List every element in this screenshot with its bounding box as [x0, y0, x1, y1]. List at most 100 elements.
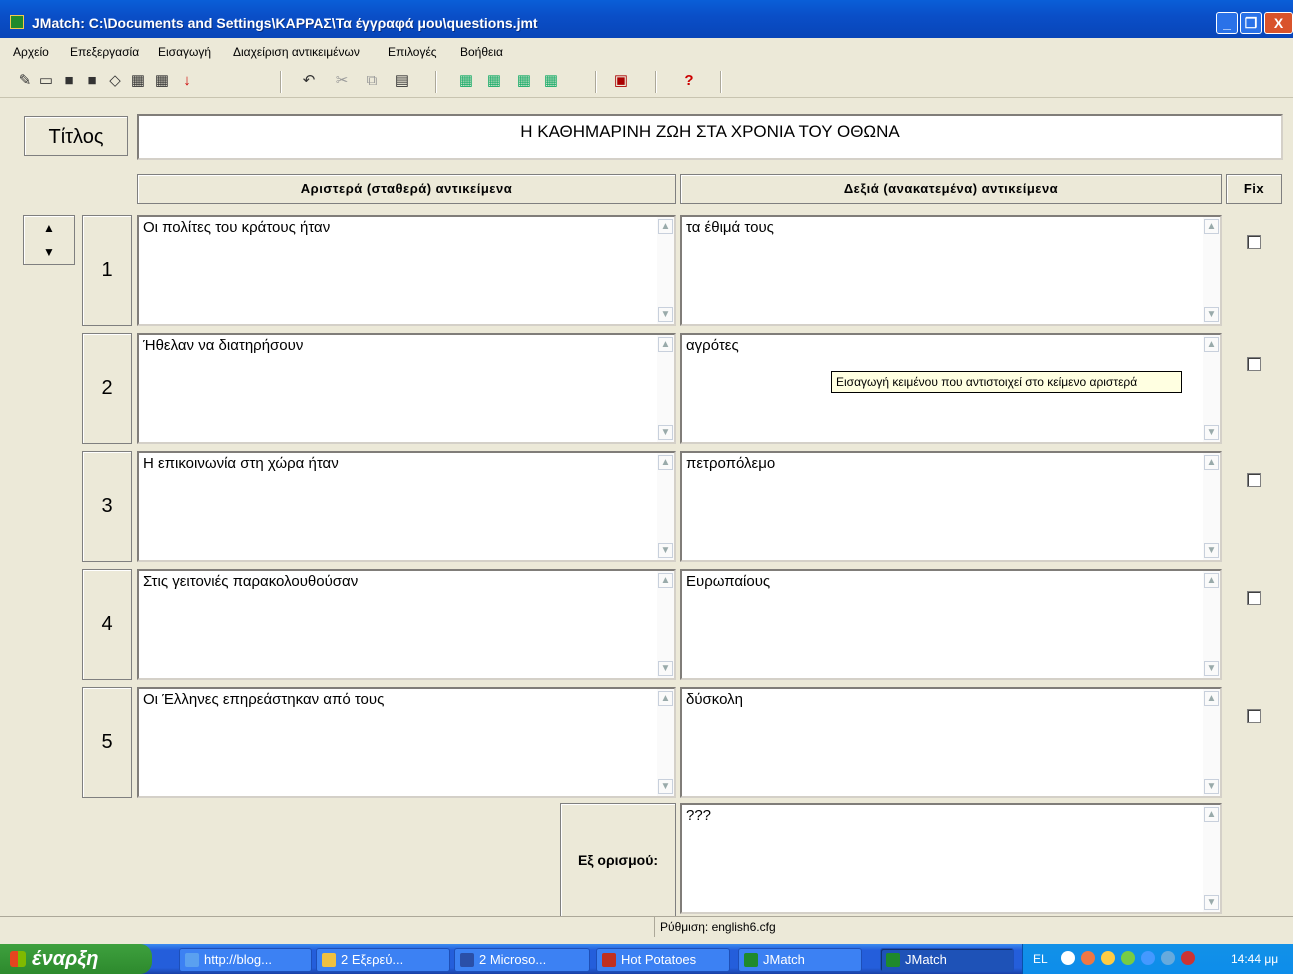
language-indicator[interactable]: EL — [1033, 952, 1048, 966]
tray-antivirus-icon[interactable] — [1181, 951, 1195, 965]
config-icon[interactable]: ▣ — [612, 71, 630, 91]
left-item-textarea[interactable]: Ήθελαν να διατηρήσουν ▲ ▼ — [137, 333, 676, 444]
web-page-icon[interactable]: ▦ — [129, 71, 147, 91]
status-bar: Ρύθμιση: english6.cfg — [0, 916, 1293, 937]
copy-icon[interactable]: ⧉ — [363, 71, 381, 91]
tray-expand-icon[interactable] — [1061, 951, 1075, 965]
right-item-textarea[interactable]: πετροπόλεμο ▲ ▼ — [680, 451, 1222, 562]
left-item-textarea[interactable]: Οι Έλληνες επηρεάστηκαν από τους ▲ ▼ — [137, 687, 676, 798]
default-textarea[interactable]: ??? ▲ ▼ — [680, 803, 1222, 914]
left-items-header: Αριστερά (σταθερά) αντικείμενα — [137, 174, 676, 204]
left-item-textarea[interactable]: Η επικοινωνία στη χώρα ήταν ▲ ▼ — [137, 451, 676, 562]
windows-logo-icon — [10, 951, 26, 967]
taskbar-item-jmatch-active[interactable]: JMatch — [880, 948, 1014, 972]
tray-network-icon[interactable] — [1121, 951, 1135, 965]
fix-checkbox[interactable] — [1247, 709, 1261, 723]
cut-icon[interactable]: ✂ — [333, 71, 351, 91]
fix-checkbox[interactable] — [1247, 591, 1261, 605]
menu-options[interactable]: Επιλογές — [388, 45, 437, 59]
taskbar-item-browser[interactable]: http://blog... — [179, 948, 312, 972]
paste-icon[interactable]: ▤ — [393, 71, 411, 91]
hot-potatoes-icon — [602, 953, 616, 967]
fix-checkbox[interactable] — [1247, 235, 1261, 249]
tray-icons — [1061, 951, 1221, 967]
jmatch-icon — [886, 953, 900, 967]
row-number: 5 — [82, 687, 132, 798]
right-item-textarea[interactable]: τα έθιμά τους ▲ ▼ — [680, 215, 1222, 326]
right-items-header: Δεξιά (ανακατεμένα) αντικείμενα — [680, 174, 1222, 204]
jmatch-icon — [744, 953, 758, 967]
clear-icon[interactable]: ◇ — [106, 71, 124, 91]
tray-security-icon[interactable] — [1081, 951, 1095, 965]
scrollbar[interactable]: ▲ ▼ — [657, 217, 674, 324]
toolbar-separator — [720, 71, 722, 93]
web-export-icon[interactable]: ▦ — [457, 71, 475, 91]
publish-icon[interactable]: ▦ — [485, 71, 503, 91]
close-button[interactable]: X — [1264, 12, 1293, 34]
fix-checkbox[interactable] — [1247, 473, 1261, 487]
default-label: Εξ ορισμού: — [560, 803, 676, 917]
scrollbar[interactable]: ▲ ▼ — [1203, 453, 1220, 560]
help-icon[interactable]: ? — [680, 71, 698, 91]
taskbar-item-jmatch[interactable]: JMatch — [738, 948, 862, 972]
export-icon[interactable]: ▦ — [542, 71, 560, 91]
scrollbar[interactable]: ▲ ▼ — [1203, 571, 1220, 678]
scrollbar[interactable]: ▲ ▼ — [657, 453, 674, 560]
undo-icon[interactable]: ↶ — [300, 71, 318, 91]
scrollbar[interactable]: ▲ ▼ — [657, 689, 674, 796]
arrow-down-icon[interactable]: ↓ — [178, 71, 196, 91]
tray-volume-icon[interactable] — [1141, 951, 1155, 965]
jmatch-app-icon — [10, 15, 24, 29]
taskbar-item-label: 2 Εξερεύ... — [341, 952, 404, 967]
drag-drop-icon[interactable]: ▦ — [515, 71, 533, 91]
tooltip: Εισαγωγή κειμένου που αντιστοιχεί στο κε… — [831, 371, 1182, 393]
taskbar-item-label: JMatch — [905, 952, 947, 967]
new-file-icon[interactable]: ✎ — [16, 71, 34, 91]
title-input[interactable]: Η ΚΑΘΗΜΑΡΙΝΗ ΖΩΗ ΣΤΑ ΧΡΟΝΙΑ ΤΟΥ ΟΘΩΝΑ — [137, 114, 1283, 160]
toolbar: ✎ ▭ ■ ■ ◇ ▦ ▦ ↓ ↶ ✂ ⧉ ▤ ▦ ▦ ▦ ▦ ▣ ? — [0, 63, 1293, 98]
scrollbar[interactable]: ▲ ▼ — [657, 571, 674, 678]
minimize-button[interactable]: _ — [1216, 12, 1238, 34]
right-item-textarea[interactable]: Ευρωπαίους ▲ ▼ — [680, 569, 1222, 680]
title-bar[interactable]: JMatch: C:\Documents and Settings\ΚΑΡΡΑΣ… — [0, 0, 1293, 38]
status-divider — [654, 917, 655, 937]
row-number: 4 — [82, 569, 132, 680]
taskbar-item-word[interactable]: 2 Microso... — [454, 948, 590, 972]
left-item-text: Ήθελαν να διατηρήσουν — [143, 337, 304, 354]
left-item-textarea[interactable]: Οι πολίτες του κράτους ήταν ▲ ▼ — [137, 215, 676, 326]
menu-file[interactable]: Αρχείο — [13, 45, 49, 59]
scrollbar[interactable]: ▲ ▼ — [1203, 217, 1220, 324]
menu-bar: Αρχείο Επεξεργασία Εισαγωγή Διαχείριση α… — [0, 38, 1293, 63]
taskbar-item-hotpotatoes[interactable]: Hot Potatoes — [596, 948, 730, 972]
save-as-icon[interactable]: ■ — [83, 71, 101, 91]
save-icon[interactable]: ■ — [60, 71, 78, 91]
scrollbar[interactable]: ▲ ▼ — [1203, 805, 1220, 912]
left-item-textarea[interactable]: Στις γειτονιές παρακολουθούσαν ▲ ▼ — [137, 569, 676, 680]
taskbar-item-explorer[interactable]: 2 Εξερεύ... — [316, 948, 450, 972]
system-tray: EL 14:44 μμ — [1022, 944, 1293, 974]
left-item-text: Οι πολίτες του κράτους ήταν — [143, 219, 331, 236]
tray-monitor-icon[interactable] — [1161, 951, 1175, 965]
status-text: Ρύθμιση: english6.cfg — [660, 920, 776, 934]
taskbar-item-label: 2 Microso... — [479, 952, 547, 967]
menu-manage-items[interactable]: Διαχείριση αντικειμένων — [233, 45, 360, 59]
scrollbar[interactable]: ▲ ▼ — [1203, 689, 1220, 796]
right-item-textarea[interactable]: δύσκολη ▲ ▼ — [680, 687, 1222, 798]
scrollbar[interactable]: ▲ ▼ — [657, 335, 674, 442]
right-item-text: Ευρωπαίους — [686, 573, 771, 590]
arrow-up-icon[interactable]: ▲ — [24, 216, 74, 240]
menu-help[interactable]: Βοήθεια — [460, 45, 503, 59]
menu-insert[interactable]: Εισαγωγή — [158, 45, 211, 59]
tray-app-icon[interactable] — [1101, 951, 1115, 965]
taskbar: έναρξη http://blog... 2 Εξερεύ... 2 Micr… — [0, 944, 1293, 974]
fix-header: Fix — [1226, 174, 1282, 204]
maximize-button[interactable]: ❐ — [1240, 12, 1262, 34]
arrow-down-icon[interactable]: ▼ — [24, 240, 74, 264]
scrollbar[interactable]: ▲ ▼ — [1203, 335, 1220, 442]
open-folder-icon[interactable]: ▭ — [37, 71, 55, 91]
row-number: 1 — [82, 215, 132, 326]
fix-checkbox[interactable] — [1247, 357, 1261, 371]
menu-edit[interactable]: Επεξεργασία — [70, 45, 139, 59]
web-page-2-icon[interactable]: ▦ — [153, 71, 171, 91]
start-button[interactable]: έναρξη — [0, 944, 152, 974]
